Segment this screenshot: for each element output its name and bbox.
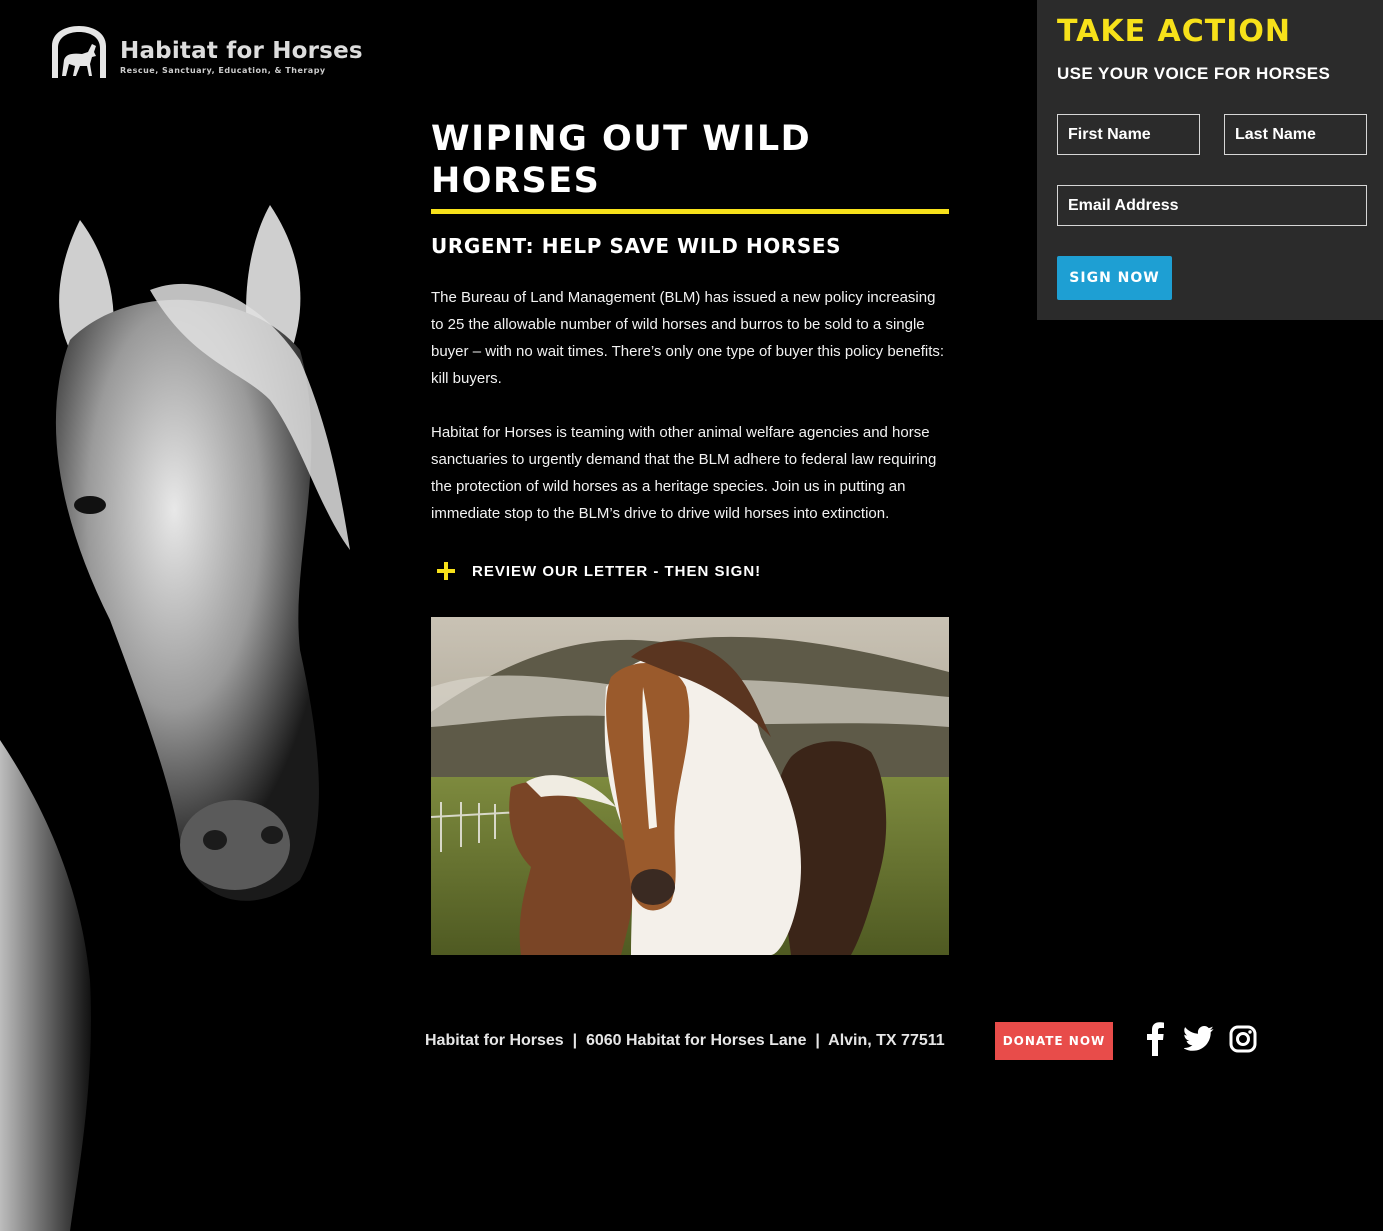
footer: Habitat for Horses | 6060 Habitat for Ho… bbox=[425, 1020, 1325, 1062]
site-logo[interactable]: Habitat for Horses Rescue, Sanctuary, Ed… bbox=[48, 24, 363, 80]
facebook-icon[interactable] bbox=[1139, 1022, 1171, 1056]
body-paragraph: The Bureau of Land Management (BLM) has … bbox=[431, 289, 945, 387]
brand-name: Habitat for Horses bbox=[120, 38, 363, 64]
brand-tagline: Rescue, Sanctuary, Education, & Therapy bbox=[120, 66, 326, 75]
footer-address: Habitat for Horses | 6060 Habitat for Ho… bbox=[425, 1032, 945, 1049]
take-action-title: TAKE ACTION bbox=[1057, 14, 1292, 49]
body-paragraph: Habitat for Horses is teaming with other… bbox=[431, 424, 937, 522]
plus-icon bbox=[436, 561, 456, 581]
horse-arch-logo-icon bbox=[52, 26, 106, 78]
main-content: WIPING OUT WILD HORSES URGENT: HELP SAVE… bbox=[431, 118, 949, 955]
email-field[interactable] bbox=[1057, 185, 1367, 226]
take-action-subtitle: USE YOUR VOICE FOR HORSES bbox=[1057, 64, 1331, 83]
donate-now-button[interactable]: DONATE NOW bbox=[995, 1022, 1113, 1060]
instagram-icon[interactable] bbox=[1227, 1022, 1259, 1056]
page-title: WIPING OUT WILD HORSES bbox=[431, 118, 949, 214]
page-subtitle: URGENT: HELP SAVE WILD HORSES bbox=[431, 234, 842, 258]
body-copy: The Bureau of Land Management (BLM) has … bbox=[431, 284, 949, 527]
review-letter-label: REVIEW OUR LETTER - THEN SIGN! bbox=[472, 562, 762, 580]
last-name-field[interactable] bbox=[1224, 114, 1367, 155]
take-action-panel: TAKE ACTION USE YOUR VOICE FOR HORSES SI… bbox=[1037, 0, 1383, 320]
review-letter-toggle[interactable]: REVIEW OUR LETTER - THEN SIGN! bbox=[436, 561, 949, 581]
first-name-field[interactable] bbox=[1057, 114, 1200, 155]
sign-now-button[interactable]: SIGN NOW bbox=[1057, 256, 1172, 300]
white-horse-portrait bbox=[0, 205, 350, 1231]
twitter-icon[interactable] bbox=[1183, 1022, 1215, 1056]
wild-horses-photo bbox=[431, 617, 949, 955]
